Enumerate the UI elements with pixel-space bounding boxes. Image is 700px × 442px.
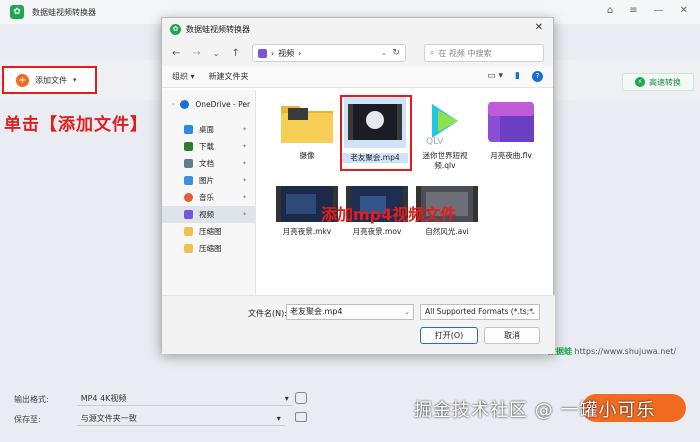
- document-icon: [184, 159, 193, 168]
- pin-icon: ✦: [241, 143, 247, 150]
- chevron-down-icon[interactable]: ⌄: [381, 49, 387, 57]
- save-to-label: 保存至:: [14, 414, 41, 424]
- nav-item-documents[interactable]: 文档 ✦: [162, 155, 255, 172]
- folder-icon: [184, 244, 193, 253]
- forward-arrow-icon[interactable]: →: [192, 48, 200, 59]
- folder-icon: [184, 227, 193, 236]
- nav-item-onedrive[interactable]: › OneDrive - Per: [162, 96, 255, 113]
- search-placeholder: 在 视频 中搜索: [438, 48, 492, 58]
- fast-convert-button[interactable]: ⚡ 高速转换: [622, 73, 694, 91]
- add-file-button[interactable]: + 添加文件 ▾: [2, 66, 97, 94]
- dialog-footer: 文件名(N): 老友聚会.mp4 ⌄ All Supported Formats…: [162, 295, 555, 354]
- back-arrow-icon[interactable]: ←: [172, 48, 180, 59]
- chevron-down-icon[interactable]: ▾: [73, 76, 77, 84]
- chevron-down-icon[interactable]: ⌄: [530, 305, 536, 319]
- home-icon[interactable]: ⌂: [607, 5, 613, 16]
- file-item[interactable]: QLV 迷你世界短视频.qlv: [412, 96, 478, 171]
- site-watermark: 数据蛙 https://www.shujuwa.net/: [548, 347, 677, 356]
- video-icon: [257, 48, 267, 58]
- svg-text:QLV: QLV: [426, 137, 444, 146]
- file-item[interactable]: 摄像: [274, 96, 340, 161]
- app-title: 数据蛙视频转换器: [32, 7, 96, 17]
- new-folder-button[interactable]: 新建文件夹: [209, 71, 249, 82]
- output-format-label: 输出格式:: [14, 394, 49, 404]
- chevron-down-icon[interactable]: ⌄: [404, 305, 410, 319]
- menu-icon[interactable]: ≡: [629, 5, 637, 16]
- dialog-title-bar: ✿ 数据蛙视频转换器 ✕: [162, 18, 553, 40]
- file-item[interactable]: 月亮夜曲.flv: [478, 96, 544, 161]
- breadcrumb-sep: ›: [298, 48, 302, 58]
- video-icon: [184, 210, 193, 219]
- help-icon[interactable]: ?: [532, 71, 543, 82]
- pin-icon: ✦: [241, 194, 247, 201]
- filename-input[interactable]: 老友聚会.mp4 ⌄: [286, 304, 414, 320]
- preview-pane-icon[interactable]: ▮: [515, 71, 520, 82]
- window-controls: ⌂ ≡ — ✕: [607, 5, 688, 16]
- save-to-row: 保存至: 与源文件夹一致 ▾: [14, 412, 285, 426]
- picture-icon: [184, 176, 193, 185]
- annotation-click-add: 单击【添加文件】: [4, 115, 148, 135]
- music-icon: [184, 193, 193, 202]
- minimize-icon[interactable]: —: [654, 5, 664, 16]
- recent-chevron-icon[interactable]: ⌄: [213, 49, 220, 58]
- save-to-select[interactable]: 与源文件夹一致 ▾: [76, 412, 285, 426]
- dialog-title: 数据蛙视频转换器: [186, 24, 250, 34]
- cloud-icon: [180, 100, 190, 109]
- add-file-label: 添加文件: [35, 75, 67, 85]
- nav-item-pictures[interactable]: 图片 ✦: [162, 172, 255, 189]
- output-format-select[interactable]: MP4 4K视频 ▾: [76, 392, 293, 406]
- output-format-row: 输出格式: MP4 4K视频 ▾: [14, 392, 293, 406]
- nav-item-folder[interactable]: 压缩图: [162, 223, 255, 240]
- close-icon[interactable]: ✕: [680, 5, 688, 16]
- fast-convert-label: 高速转换: [649, 77, 681, 87]
- nav-item-downloads[interactable]: 下载 ✦: [162, 138, 255, 155]
- chevron-down-icon: ▾: [284, 394, 289, 403]
- navigation-pane: › OneDrive - Per 桌面 ✦ 下载 ✦ 文档 ✦ 图片 ✦ 音乐 …: [162, 90, 256, 295]
- pin-icon: ✦: [241, 211, 247, 218]
- juejin-watermark: 掘金技术社区 @ 一罐小可乐: [414, 400, 656, 421]
- breadcrumb-sep: ›: [270, 48, 275, 58]
- file-type-filter[interactable]: All Supported Formats (*.ts;* ⌄: [420, 304, 540, 320]
- nav-item-folder[interactable]: 压缩图: [162, 240, 255, 257]
- search-icon: ⌕: [429, 48, 435, 57]
- search-input[interactable]: ⌕ 在 视频 中搜索: [423, 44, 544, 62]
- annotation-add-mp4: 添加mp4视频文件: [321, 205, 457, 224]
- open-button[interactable]: 打开(O): [420, 327, 478, 344]
- nav-item-music[interactable]: 音乐 ✦: [162, 189, 255, 206]
- breadcrumb-video[interactable]: 视频: [278, 48, 294, 59]
- pin-icon: ✦: [241, 160, 247, 167]
- view-controls: ▭ ▾ ▮ ?: [487, 71, 543, 82]
- view-mode-icon[interactable]: ▭ ▾: [487, 71, 503, 82]
- folder-icon[interactable]: [295, 412, 307, 422]
- pin-icon: ✦: [241, 126, 247, 133]
- up-arrow-icon[interactable]: ↑: [231, 48, 239, 59]
- folder-icon: [281, 106, 333, 143]
- nav-item-videos[interactable]: 视频 ✦: [162, 206, 255, 223]
- qlv-file-icon: QLV: [426, 104, 458, 147]
- dialog-command-bar: 组织 ▾ 新建文件夹 ▭ ▾ ▮ ?: [162, 66, 553, 88]
- selection-highlight: [340, 95, 412, 171]
- chevron-down-icon: ▾: [276, 414, 281, 423]
- desktop-icon: [184, 125, 193, 134]
- flv-file-icon: [488, 102, 534, 142]
- cancel-button[interactable]: 取消: [484, 327, 540, 344]
- frog-logo-icon: ✿: [170, 23, 181, 35]
- bolt-icon: ⚡: [635, 77, 645, 87]
- organize-menu[interactable]: 组织 ▾: [172, 71, 195, 82]
- dialog-nav-row: ← → ⌄ ↑ › 视频 › ⌄ ↻ ⌕ 在 视频 中搜索: [162, 40, 553, 66]
- download-icon: [184, 142, 193, 151]
- close-icon[interactable]: ✕: [535, 22, 543, 33]
- nav-item-desktop[interactable]: 桌面 ✦: [162, 121, 255, 138]
- filename-label: 文件名(N):: [248, 309, 287, 318]
- open-file-dialog: ✿ 数据蛙视频转换器 ✕ ← → ⌄ ↑ › 视频 › ⌄ ↻ ⌕ 在 视频 中…: [161, 17, 555, 354]
- app-logo-icon: ✿: [10, 5, 24, 19]
- pin-icon: ✦: [241, 177, 247, 184]
- plus-icon: +: [16, 73, 29, 87]
- address-bar[interactable]: › 视频 › ⌄ ↻: [251, 44, 406, 62]
- refresh-icon[interactable]: ↻: [392, 48, 400, 58]
- settings-icon[interactable]: [295, 392, 307, 404]
